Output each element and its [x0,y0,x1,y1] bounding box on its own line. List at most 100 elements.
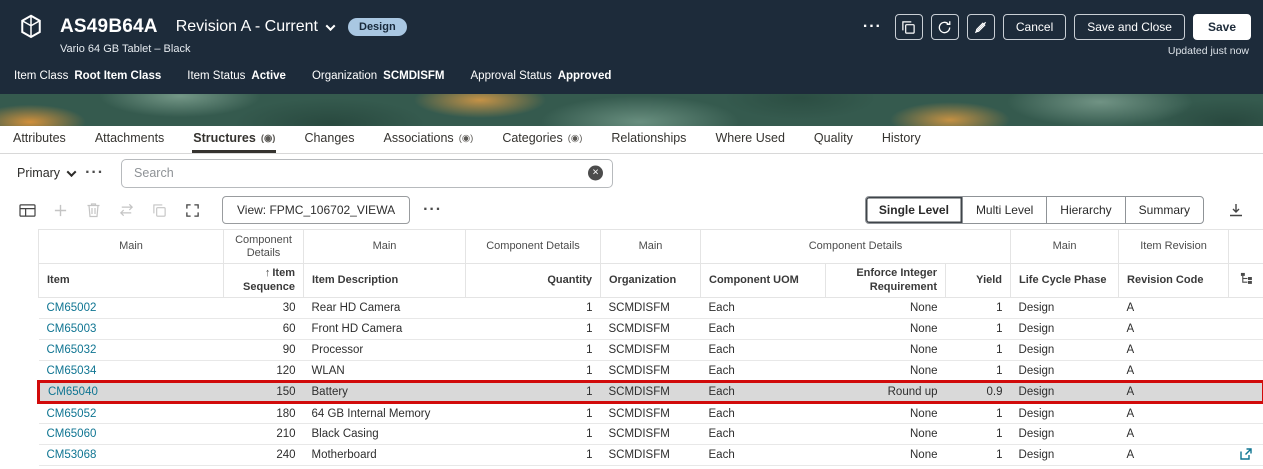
cell-uom: Each [700,339,826,361]
structure-overflow-button[interactable]: ··· [80,163,109,183]
cell-phase: Design [1010,318,1119,340]
cell-org: SCMDISFM [600,318,701,340]
info-value: SCMDISFM [383,70,445,82]
tab-quality[interactable]: Quality [813,126,854,153]
level-button-summary[interactable]: Summary [1124,196,1204,224]
item-link[interactable]: CM53068 [47,449,97,461]
item-link[interactable]: CM65052 [47,408,97,420]
cell-desc: Front HD Camera [303,318,466,340]
item-link[interactable]: CM65003 [47,323,97,335]
tab-attributes[interactable]: Attributes [12,126,67,153]
view-selector-button[interactable]: View: FPMC_106702_VIEWA [222,196,411,224]
column-header-enforce-integer-requirement[interactable]: Enforce Integer Requirement [825,263,946,298]
table-icon [19,203,36,217]
save-button[interactable]: Save [1192,14,1251,40]
save-and-close-button[interactable]: Save and Close [1074,14,1185,40]
tab-relationships[interactable]: Relationships [610,126,687,153]
header-info-item-class: Item Class Root Item Class [14,70,161,82]
item-link[interactable]: CM65060 [47,428,97,440]
cell-enforce: Round up [825,380,946,404]
level-button-hierarchy[interactable]: Hierarchy [1046,196,1126,224]
table-row-cm65032[interactable]: CM65032 90 Processor 1 SCMDISFM Each None 1 Desi… [38,339,1263,361]
tab-label: Changes [304,131,355,145]
tab-label: History [881,131,921,145]
cell-item: CM65040 [37,380,224,404]
cell-yield: 1 [945,402,1011,424]
column-header-quantity[interactable]: Quantity [465,263,601,298]
tab-associations[interactable]: Associations (◉) [383,126,475,153]
download-icon [1229,204,1242,217]
cell-desc: Processor [303,339,466,361]
revision-label: Revision A - Current [175,18,318,35]
cell-yield: 1 [945,339,1011,361]
cell-qty: 1 [465,423,601,445]
info-label: Organization [311,70,378,82]
column-header-organization[interactable]: Organization [600,263,701,298]
toolbar-overflow-button[interactable]: ··· [418,200,447,220]
cell-item: CM65060 [38,423,224,445]
cell-item: CM65002 [38,297,224,319]
table-row-cm65002[interactable]: CM65002 30 Rear HD Camera 1 SCMDISFM Each None… [38,297,1263,319]
tab-label: Attributes [13,131,66,145]
column-header-item-description[interactable]: Item Description [303,263,466,298]
column-header-life-cycle-phase[interactable]: Life Cycle Phase [1010,263,1120,298]
refresh-icon [939,20,951,33]
table-menu-button[interactable] [14,197,41,223]
expand-table-button[interactable] [179,197,206,223]
item-link[interactable]: CM65040 [48,386,98,398]
cell-phase: Design [1010,444,1119,466]
cell-row-actions[interactable] [1228,444,1263,466]
edit-disabled-button[interactable] [966,14,995,40]
info-label: Approval Status [470,70,552,82]
column-header-revision-code[interactable]: Revision Code [1118,263,1230,298]
tab-categories[interactable]: Categories (◉) [501,126,583,153]
copy-item-button[interactable] [894,14,923,40]
table-row-cm65003[interactable]: CM65003 60 Front HD Camera 1 SCMDISFM Each Non… [38,318,1263,340]
export-button[interactable] [1222,197,1249,223]
cell-seq: 90 [223,339,304,361]
cell-qty: 1 [465,318,601,340]
tab-structures[interactable]: Structures (◉) [192,126,277,153]
column-header-item-sequence[interactable]: ↑ Item Sequence [223,263,304,298]
cancel-button[interactable]: Cancel [1002,14,1067,40]
tab-changes[interactable]: Changes [303,126,355,153]
column-group-component-details: Component Details [223,229,304,264]
table-row-cm53068[interactable]: CM53068 240 Motherboard 1 SCMDISFM Each None 1 D… [38,444,1263,466]
info-value: Active [251,70,286,82]
item-link[interactable]: CM65032 [47,344,97,356]
duplicate-icon [153,203,166,217]
column-header-yield[interactable]: Yield [944,263,1012,298]
table-row-cm65034[interactable]: CM65034 120 WLAN 1 SCMDISFM Each None 1 Design A [38,360,1263,382]
item-link[interactable]: CM65034 [47,365,97,377]
search-input[interactable] [122,159,613,187]
table-toolbar: View: FPMC_106702_VIEWA ··· Single Level… [0,191,1263,229]
tab-history[interactable]: History [881,126,922,153]
column-header-component-uom[interactable]: Component UOM [700,263,826,298]
table-row-cm65052[interactable]: CM65052 180 64 GB Internal Memory 1 SCMDISFM… [38,402,1263,424]
table-row-cm65060[interactable]: CM65060 210 Black Casing 1 SCMDISFM Each None 1… [38,423,1263,445]
cell-phase: Design [1010,339,1119,361]
tab-attachments[interactable]: Attachments [94,126,165,153]
column-header-hierarchy[interactable] [1228,263,1263,298]
level-button-multi-level[interactable]: Multi Level [961,196,1048,224]
cell-phase: Design [1010,423,1119,445]
cell-uom: Each [700,423,826,445]
cell-yield: 1 [945,318,1011,340]
structure-name-selector[interactable]: Primary [12,162,80,184]
cell-rev: A [1118,318,1229,340]
item-link[interactable]: CM65002 [47,302,97,314]
column-header-item[interactable]: Item [38,263,224,298]
cell-rev: A [1118,297,1229,319]
revision-selector[interactable]: Revision A - Current [175,18,336,36]
cell-enforce: None [825,444,946,466]
table-row-cm65040[interactable]: CM65040 150 Battery 1 SCMDISFM Each Round up 0.… [37,380,1263,404]
refresh-button[interactable] [930,14,959,40]
level-button-single-level[interactable]: Single Level [864,196,963,224]
tab-where-used[interactable]: Where Used [714,126,785,153]
info-label: Item Class [14,70,69,82]
cell-seq: 210 [223,423,304,445]
expand-icon [186,203,199,217]
overflow-menu-button[interactable]: ··· [858,17,887,37]
clear-search-button[interactable]: × [588,165,604,181]
cell-seq: 30 [223,297,304,319]
